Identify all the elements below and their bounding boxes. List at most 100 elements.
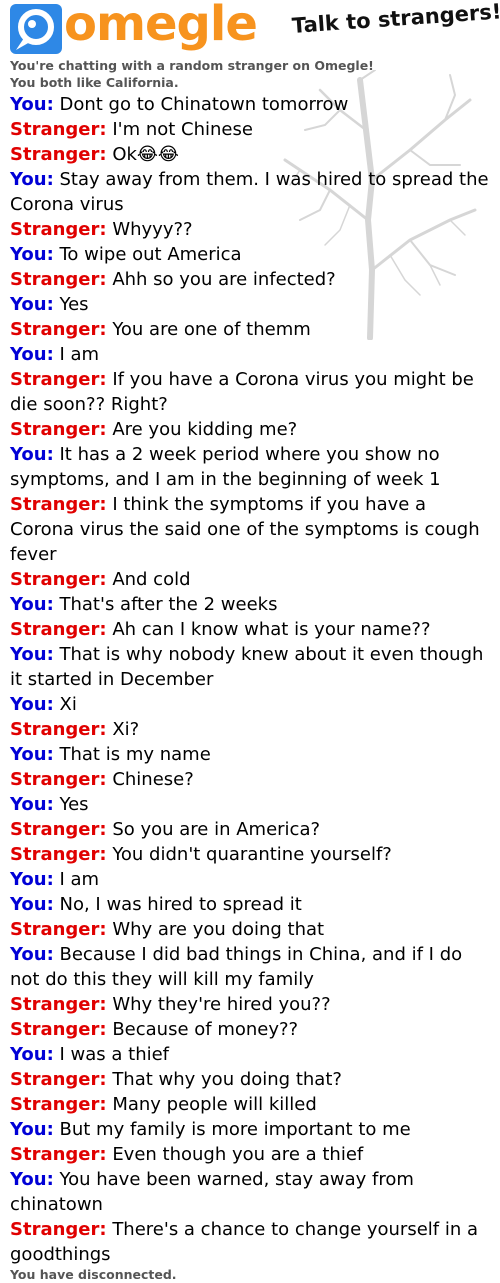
chat-message-you: You: But my family is more important to … bbox=[10, 1117, 490, 1142]
message-text: To wipe out America bbox=[59, 244, 242, 265]
message-text: Stay away from them. I was hired to spre… bbox=[10, 169, 489, 215]
chat-message-stranger: Stranger: Whyyy?? bbox=[10, 217, 490, 242]
chat-message-you: You: Because I did bad things in China, … bbox=[10, 942, 490, 992]
chat-message-stranger: Stranger: Many people will killed bbox=[10, 1092, 490, 1117]
disconnected-status-text: You have disconnected. bbox=[10, 1267, 177, 1282]
message-text: But my family is more important to me bbox=[59, 1119, 411, 1140]
chat-message-stranger: Stranger: There's a chance to change you… bbox=[10, 1217, 490, 1267]
speaker-label: Stranger: bbox=[10, 919, 107, 940]
chat-message-you: You: I was a thief bbox=[10, 1042, 490, 1067]
chat-message-stranger: Stranger: Why are you doing that bbox=[10, 917, 490, 942]
speaker-label: You: bbox=[10, 594, 54, 615]
message-text: Chinese? bbox=[112, 769, 194, 790]
chat-message-stranger: Stranger: If you have a Corona virus you… bbox=[10, 367, 490, 417]
speaker-label: Stranger: bbox=[10, 1019, 107, 1040]
message-text: I'm not Chinese bbox=[112, 119, 253, 140]
chat-message-you: You: No, I was hired to spread it bbox=[10, 892, 490, 917]
message-text: That's after the 2 weeks bbox=[59, 594, 278, 615]
connection-status-text: You're chatting with a random stranger o… bbox=[10, 58, 374, 73]
speaker-label: Stranger: bbox=[10, 819, 107, 840]
message-text: That is my name bbox=[59, 744, 211, 765]
message-text: No, I was hired to spread it bbox=[59, 894, 302, 915]
message-text: Why are you doing that bbox=[112, 919, 325, 940]
chat-message-you: You: That's after the 2 weeks bbox=[10, 592, 490, 617]
message-text: I am bbox=[59, 869, 100, 890]
speaker-label: You: bbox=[10, 169, 54, 190]
message-text: Ok😂😂 bbox=[112, 144, 179, 165]
message-text: Why they're hired you?? bbox=[112, 994, 331, 1015]
chat-message-you: You: That is my name bbox=[10, 742, 490, 767]
speaker-label: Stranger: bbox=[10, 1144, 107, 1165]
message-text: I was a thief bbox=[59, 1044, 170, 1065]
chat-message-you: You: Xi bbox=[10, 692, 490, 717]
speaker-label: You: bbox=[10, 894, 54, 915]
speaker-label: You: bbox=[10, 94, 54, 115]
chat-message-you: You: That is why nobody knew about it ev… bbox=[10, 642, 490, 692]
chat-message-you: You: Yes bbox=[10, 792, 490, 817]
speaker-label: Stranger: bbox=[10, 569, 107, 590]
chat-message-stranger: Stranger: Xi? bbox=[10, 717, 490, 742]
speaker-label: Stranger: bbox=[10, 769, 107, 790]
speaker-label: Stranger: bbox=[10, 1094, 107, 1115]
message-text: That is why nobody knew about it even th… bbox=[10, 644, 484, 690]
speaker-label: Stranger: bbox=[10, 994, 107, 1015]
chat-message-stranger: Stranger: Because of money?? bbox=[10, 1017, 490, 1042]
message-text: You didn't quarantine yourself? bbox=[112, 844, 392, 865]
message-text: And cold bbox=[112, 569, 191, 590]
speaker-label: Stranger: bbox=[10, 844, 107, 865]
message-text: Many people will killed bbox=[112, 1094, 317, 1115]
chat-message-stranger: Stranger: And cold bbox=[10, 567, 490, 592]
speaker-label: Stranger: bbox=[10, 369, 107, 390]
message-text: Yes bbox=[59, 794, 89, 815]
message-text: Yes bbox=[59, 294, 89, 315]
message-text: Because I did bad things in China, and i… bbox=[10, 944, 463, 990]
tagline: Talk to strangers! bbox=[291, 0, 500, 38]
chat-message-you: You: To wipe out America bbox=[10, 242, 490, 267]
speaker-label: Stranger: bbox=[10, 144, 107, 165]
speaker-label: You: bbox=[10, 869, 54, 890]
message-text: I am bbox=[59, 344, 100, 365]
message-text: Ah can I know what is your name?? bbox=[112, 619, 431, 640]
speaker-label: You: bbox=[10, 944, 54, 965]
speaker-label: You: bbox=[10, 1044, 54, 1065]
speaker-label: Stranger: bbox=[10, 319, 107, 340]
speaker-label: Stranger: bbox=[10, 119, 107, 140]
message-text: Because of money?? bbox=[112, 1019, 299, 1040]
speaker-label: You: bbox=[10, 444, 54, 465]
chat-message-you: You: Yes bbox=[10, 292, 490, 317]
chat-message-you: You: You have been warned, stay away fro… bbox=[10, 1167, 490, 1217]
speaker-label: You: bbox=[10, 1169, 54, 1190]
speaker-label: You: bbox=[10, 294, 54, 315]
speaker-label: Stranger: bbox=[10, 719, 107, 740]
speaker-label: You: bbox=[10, 694, 54, 715]
omegle-logo-text: omegle bbox=[64, 0, 258, 52]
chat-message-you: You: I am bbox=[10, 342, 490, 367]
chat-status-top: You're chatting with a random stranger o… bbox=[10, 57, 490, 91]
chat-message-you: You: Dont go to Chinatown tomorrow bbox=[10, 92, 490, 117]
speaker-label: Stranger: bbox=[10, 419, 107, 440]
chat-message-stranger: Stranger: Ahh so you are infected? bbox=[10, 267, 490, 292]
speaker-label: Stranger: bbox=[10, 494, 107, 515]
message-text: Are you kidding me? bbox=[112, 419, 298, 440]
common-interest-text: You both like California. bbox=[10, 75, 179, 90]
chat-message-you: You: It has a 2 week period where you sh… bbox=[10, 442, 490, 492]
speaker-label: Stranger: bbox=[10, 1069, 107, 1090]
message-text: Dont go to Chinatown tomorrow bbox=[59, 94, 349, 115]
chat-message-stranger: Stranger: I think the symptoms if you ha… bbox=[10, 492, 490, 567]
chat-message-stranger: Stranger: That why you doing that? bbox=[10, 1067, 490, 1092]
chat-message-stranger: Stranger: Even though you are a thief bbox=[10, 1142, 490, 1167]
chat-message-stranger: Stranger: Why they're hired you?? bbox=[10, 992, 490, 1017]
speaker-label: Stranger: bbox=[10, 1219, 107, 1240]
message-text: Ahh so you are infected? bbox=[112, 269, 336, 290]
speaker-label: Stranger: bbox=[10, 219, 107, 240]
chat-message-stranger: Stranger: Ah can I know what is your nam… bbox=[10, 617, 490, 642]
message-text: Whyyy?? bbox=[112, 219, 193, 240]
message-text: You are one of themm bbox=[112, 319, 311, 340]
chat-log: You: Dont go to Chinatown tomorrow Strang… bbox=[10, 92, 490, 1267]
omegle-logo-icon bbox=[10, 4, 62, 54]
message-text: You have been warned, stay away from chi… bbox=[10, 1169, 414, 1215]
message-text: So you are in America? bbox=[112, 819, 321, 840]
speaker-label: You: bbox=[10, 744, 54, 765]
chat-message-stranger: Stranger: Chinese? bbox=[10, 767, 490, 792]
message-text: That why you doing that? bbox=[112, 1069, 342, 1090]
